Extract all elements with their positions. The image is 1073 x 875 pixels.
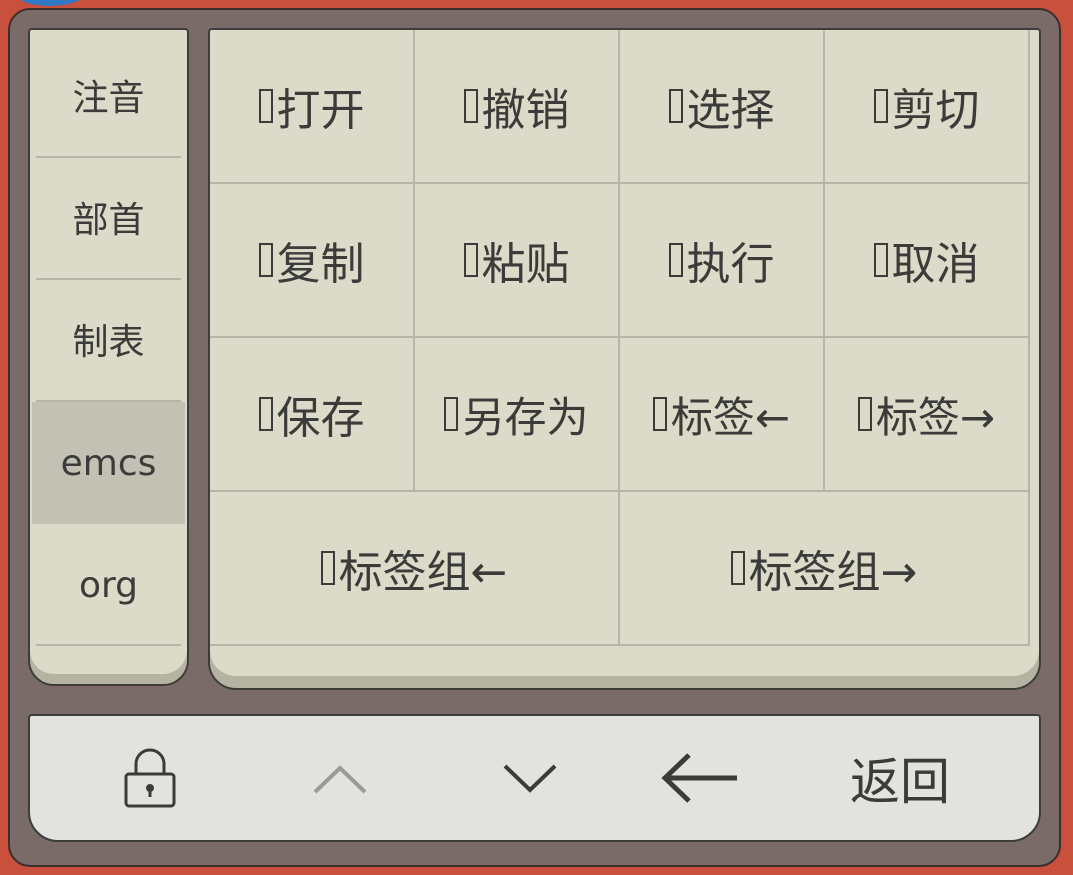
missing-glyph-icon: [873, 243, 888, 277]
sidebar-item-emcs[interactable]: emcs: [32, 402, 185, 524]
key-undo[interactable]: 撤销: [415, 30, 620, 184]
sidebar-item-label: 注音: [72, 78, 145, 119]
sidebar-item-label: 部首: [72, 200, 145, 241]
key-tab-prev[interactable]: 标签←: [620, 338, 825, 492]
sidebar-item-label: org: [78, 564, 139, 606]
key-cut[interactable]: 剪切: [825, 30, 1030, 184]
return-label: 返回: [850, 753, 950, 811]
missing-glyph-icon: [668, 243, 683, 277]
chevron-up-icon: [313, 765, 367, 794]
missing-glyph-icon: [668, 89, 683, 123]
keyboard-frame: 注音 部首 制表 emcs org 打开 撤销 选择 剪切 复制 粘贴 执行 取…: [8, 8, 1061, 867]
key-tab-group-prev[interactable]: 标签组←: [210, 492, 620, 646]
scroll-down-button[interactable]: [460, 716, 600, 840]
category-sidebar: 注音 部首 制表 emcs org: [28, 28, 189, 686]
sidebar-item-org[interactable]: org: [30, 524, 187, 646]
chevron-down-icon: [503, 764, 557, 793]
key-select[interactable]: 选择: [620, 30, 825, 184]
key-cancel[interactable]: 取消: [825, 184, 1030, 338]
key-tab-next[interactable]: 标签→: [825, 338, 1030, 492]
key-copy[interactable]: 复制: [210, 184, 415, 338]
missing-glyph-icon: [873, 89, 888, 123]
scroll-up-button[interactable]: [270, 716, 410, 840]
sidebar-item-label: 制表: [72, 322, 145, 363]
missing-glyph-icon: [258, 243, 273, 277]
missing-glyph-icon: [857, 397, 872, 431]
key-tab-group-next[interactable]: 标签组→: [620, 492, 1030, 646]
key-save[interactable]: 保存: [210, 338, 415, 492]
return-button[interactable]: 返回: [830, 716, 970, 840]
sidebar-item-bushou[interactable]: 部首: [30, 156, 187, 278]
missing-glyph-icon: [652, 397, 667, 431]
sidebar-item-label: emcs: [60, 442, 157, 484]
backspace-button[interactable]: [640, 716, 760, 840]
sidebar-item-zhibiao[interactable]: 制表: [30, 278, 187, 400]
missing-glyph-icon: [320, 551, 335, 585]
missing-glyph-icon: [444, 397, 459, 431]
key-paste[interactable]: 粘贴: [415, 184, 620, 338]
missing-glyph-icon: [463, 243, 478, 277]
status-indicator: [14, 0, 86, 6]
key-save-as[interactable]: 另存为: [415, 338, 620, 492]
lock-icon: [124, 748, 176, 808]
arrow-left-icon: [661, 753, 737, 803]
missing-glyph-icon: [463, 89, 478, 123]
divider: [36, 644, 181, 646]
missing-glyph-icon: [730, 551, 745, 585]
lock-button[interactable]: [80, 716, 220, 840]
key-open[interactable]: 打开: [210, 30, 415, 184]
key-execute[interactable]: 执行: [620, 184, 825, 338]
missing-glyph-icon: [258, 397, 273, 431]
bottom-toolbar: 返回: [28, 714, 1041, 842]
command-key-grid: 打开 撤销 选择 剪切 复制 粘贴 执行 取消 保存 另存为 标签← 标签→ 标…: [208, 28, 1041, 690]
missing-glyph-icon: [258, 89, 273, 123]
sidebar-item-zhuyin[interactable]: 注音: [30, 34, 187, 156]
